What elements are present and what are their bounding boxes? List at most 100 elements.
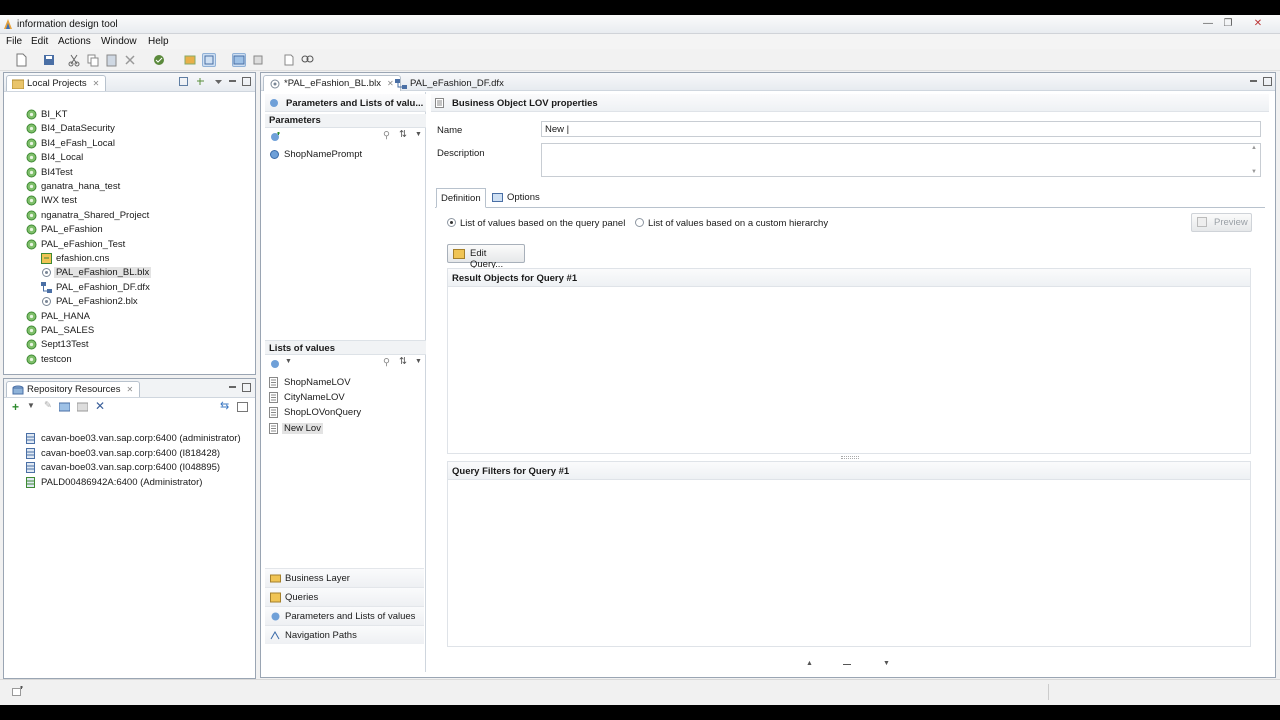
editor-tab-bar: *PAL_eFashion_BL.blx ✕ PAL_eFashion_DF.df… (261, 73, 1275, 91)
chevron-up-icon[interactable]: ▲ (806, 660, 813, 667)
project-tree-item-label: BI4_eFash_Local (41, 137, 115, 149)
edit-icon[interactable]: ✎ (44, 400, 52, 411)
menu-edit[interactable]: Edit (31, 36, 48, 47)
maximize-icon[interactable] (1263, 77, 1272, 86)
radio-query-panel[interactable] (447, 218, 456, 227)
preview-button[interactable]: Preview (1191, 213, 1252, 232)
project-tree-item-label: BI4_DataSecurity (41, 123, 115, 135)
sort-icon[interactable]: ⇅ (399, 129, 407, 140)
link-editor-icon[interactable] (196, 77, 205, 86)
project-tree-item-label: ganatra_hana_test (41, 181, 121, 192)
repository-tree-item-label: cavan-boe03.van.sap.corp:6400 (I048895) (41, 462, 221, 473)
chevron-down-icon[interactable]: ▼ (883, 660, 890, 667)
description-label: Description (437, 148, 485, 159)
minimize-icon[interactable] (228, 383, 237, 392)
menu-actions[interactable]: Actions (58, 36, 91, 47)
tab-options[interactable]: Options (489, 188, 544, 208)
menu-help[interactable]: Help (148, 36, 169, 47)
parameters-pane-header: Parameters and Lists of valu... (265, 94, 426, 112)
splitter-handle[interactable] (841, 456, 859, 459)
project-icon (26, 138, 37, 152)
title-bar: information design tool — ❐ ✕ (0, 15, 1280, 34)
view-menu-icon[interactable] (214, 77, 223, 86)
search-icon[interactable] (300, 53, 314, 67)
fast-view-icon[interactable] (12, 686, 24, 697)
close-icon[interactable]: ✕ (93, 79, 100, 88)
toggle-view-icon[interactable] (202, 53, 216, 67)
new-parameter-icon[interactable] (270, 132, 281, 142)
collapse-all-icon[interactable] (179, 77, 188, 86)
repository-icon (12, 385, 24, 395)
project-icon (26, 325, 37, 339)
tab-local-projects[interactable]: Local Projects ✕ (6, 75, 107, 91)
minimize-window-button[interactable]: — (1198, 17, 1218, 31)
project-tree-item-label: Sept13Test (41, 339, 89, 351)
lov-icon (269, 377, 279, 391)
project-tree-item-label: PAL_eFashion_Test (41, 238, 126, 250)
import-icon[interactable] (282, 53, 296, 67)
save-icon[interactable] (42, 53, 56, 67)
menu-window[interactable]: Window (101, 36, 137, 47)
tab-pal-efashion-bl[interactable]: *PAL_eFashion_BL.blx ✕ (263, 75, 401, 91)
minimize-icon[interactable] (1249, 77, 1258, 86)
radio-custom-hierarchy[interactable] (635, 218, 644, 227)
nav-navigation-paths-label: Navigation Paths (285, 630, 357, 641)
project-tree-item-label: efashion.cns (56, 253, 110, 264)
nav-navigation-paths[interactable]: Navigation Paths (265, 625, 424, 644)
scroll-down-icon[interactable]: ▼ (1251, 169, 1257, 175)
chevron-down-icon[interactable]: ▼ (415, 131, 422, 138)
add-icon[interactable]: + (12, 400, 19, 414)
new-lov-icon[interactable] (270, 359, 281, 369)
menu-bar: File Edit Actions Window Help (0, 34, 1280, 49)
tab-pal-efashion-df[interactable]: PAL_eFashion_DF.dfx (389, 75, 511, 91)
disconnect-icon[interactable]: ✕ (95, 399, 105, 413)
nav-parameters-and-lovs[interactable]: Parameters and Lists of values (265, 606, 424, 625)
radio-custom-hierarchy-label: List of values based on a custom hierarc… (648, 218, 829, 229)
close-icon[interactable]: ✕ (126, 385, 133, 394)
session-icon[interactable] (77, 402, 88, 412)
parameter-icon (269, 149, 280, 163)
radio-query-panel-label: List of values based on the query panel (460, 218, 626, 229)
publish-icon[interactable] (183, 53, 197, 67)
restore-window-button[interactable]: ❐ (1218, 17, 1238, 31)
window-title: information design tool (17, 19, 118, 30)
refresh-icon[interactable]: ⇆ (220, 399, 229, 412)
close-window-button[interactable]: ✕ (1248, 17, 1268, 31)
maximize-icon[interactable] (242, 77, 251, 86)
new-folder-icon[interactable] (59, 402, 70, 412)
lov-icon (269, 392, 279, 406)
new-icon[interactable] (14, 53, 28, 67)
tab-repository-resources[interactable]: Repository Resources ✕ (6, 381, 141, 397)
edit-query-button[interactable]: Edit Query... (447, 244, 525, 270)
chevron-down-icon[interactable]: ▼ (27, 401, 35, 410)
nav-queries[interactable]: Queries (265, 587, 424, 606)
chevron-down-icon[interactable]: ▼ (415, 358, 422, 365)
description-input[interactable]: ▲ ▼ (541, 143, 1261, 177)
sort-icon[interactable]: ⇅ (399, 356, 407, 367)
connection-icon (41, 253, 52, 267)
chevron-down-icon[interactable]: ▼ (285, 358, 292, 365)
project-icon (26, 152, 37, 166)
layout-icon[interactable] (232, 53, 246, 67)
minimize-icon[interactable] (228, 77, 237, 86)
cut-icon[interactable] (67, 53, 81, 67)
bottom-sash[interactable]: ▲ ▼ (796, 660, 896, 670)
check-integrity-icon[interactable] (152, 53, 166, 67)
tab-definition[interactable]: Definition (436, 188, 486, 208)
menu-file[interactable]: File (6, 36, 22, 47)
paste-icon[interactable] (105, 53, 119, 67)
copy-icon[interactable] (86, 53, 100, 67)
options-icon (492, 193, 503, 202)
scroll-up-icon[interactable]: ▲ (1251, 145, 1257, 151)
lov-item-label: ShopNameLOV (284, 377, 351, 388)
business-layer-icon (41, 296, 52, 310)
nav-business-layer[interactable]: Business Layer (265, 568, 424, 587)
maximize-icon[interactable] (242, 383, 251, 392)
search-icon[interactable]: ⚲ (383, 357, 390, 368)
collapse-icon[interactable] (237, 402, 248, 412)
result-objects-title: Result Objects for Query #1 (452, 273, 578, 284)
search-icon[interactable]: ⚲ (383, 130, 390, 141)
name-input[interactable]: New | (541, 121, 1261, 137)
properties-icon[interactable] (251, 53, 265, 67)
delete-icon[interactable] (123, 53, 137, 67)
